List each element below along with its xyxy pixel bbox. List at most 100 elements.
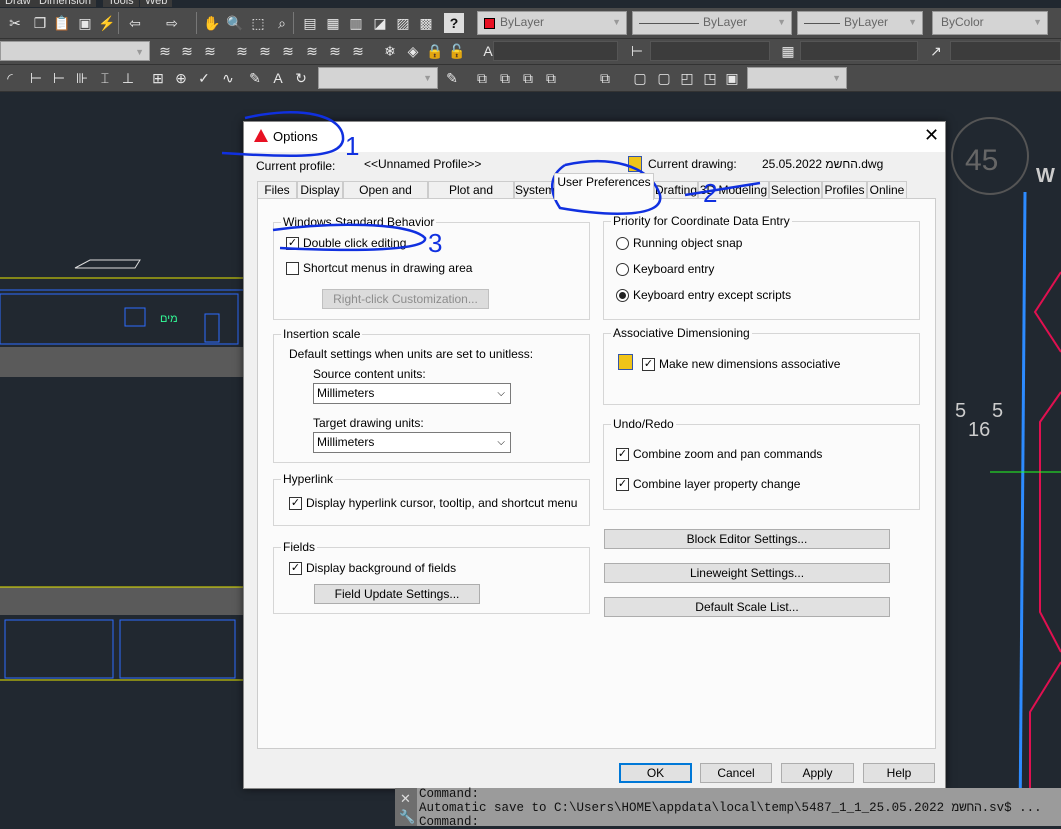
tool-palettes-icon[interactable]: ▥ [346,13,366,33]
command-line[interactable]: ✕ 🔧 Command: Automatic save to C:\Users\… [395,787,1061,829]
keyboard-entry-except-scripts-radio[interactable]: Keyboard entry except scripts [616,288,791,302]
zoom-realtime-icon[interactable]: 🔍 [225,13,245,33]
ok-button[interactable]: OK [619,763,692,783]
view2-icon[interactable]: ▢ [654,68,674,88]
text-front-icon[interactable]: ⧉ [595,68,615,88]
field-background-checkbox[interactable]: ✓ Display background of fields [289,561,456,575]
target-units-select[interactable]: Millimeters ⌵ [313,432,511,453]
dim-edit-icon[interactable]: ✎ [245,68,265,88]
layer-current-icon[interactable]: ≋ [255,41,275,61]
cut-icon[interactable]: ✂ [5,13,25,33]
layer-states-icon[interactable]: ≋ [200,41,220,61]
arc-dimension-icon[interactable]: ◜ [0,68,20,88]
markup-icon[interactable]: ▨ [393,13,413,33]
sheet-set-icon[interactable]: ◪ [370,13,390,33]
apply-button[interactable]: Apply [781,763,854,783]
dim-style-combo-2[interactable]: ▼ [318,67,438,89]
send-back-icon[interactable]: ⧉ [495,68,515,88]
layer-combo[interactable]: ▼ [0,41,150,61]
pan-icon[interactable]: ✋ [202,13,222,33]
text-style-combo[interactable] [493,41,618,61]
tab-selection[interactable]: Selection [769,181,822,199]
running-object-snap-radio[interactable]: Running object snap [616,236,742,250]
checkbox-icon[interactable]: ✓ [616,477,629,491]
source-units-select[interactable]: Millimeters ⌵ [313,383,511,404]
layer-isolate-icon[interactable]: ≋ [278,41,298,61]
radio-icon[interactable] [616,236,629,250]
view-combo[interactable]: ▼ [747,67,847,89]
properties-icon[interactable]: ▤ [300,13,320,33]
menu-dimension[interactable]: Dimension [34,0,96,7]
menu-web[interactable]: Web [140,0,173,7]
dim-update-icon[interactable]: ↻ [291,68,311,88]
design-center-icon[interactable]: ▦ [323,13,343,33]
menu-draw[interactable]: Draw [0,0,36,7]
hyperlink-checkbox[interactable]: ✓ Display hyperlink cursor, tooltip, and … [289,496,577,510]
wrench-icon[interactable]: 🔧 [399,810,415,825]
tab-user-preferences[interactable]: User Preferences [554,173,654,200]
send-under-icon[interactable]: ⧉ [541,68,561,88]
layer-unlock-icon[interactable]: 🔓 [447,41,467,61]
view3-icon[interactable]: ◰ [677,68,697,88]
paste-icon[interactable]: 📋 [52,13,72,33]
dim-style-combo[interactable] [650,41,770,61]
tab-plot-and-publish[interactable]: Plot and Publish [428,181,514,213]
tab-drafting[interactable]: Drafting [654,181,698,199]
zoom-window-icon[interactable]: ⬚ [248,13,268,33]
radio-icon[interactable] [616,262,629,276]
dim-space-icon[interactable]: ⌶ [95,68,115,88]
plotstyle-combo[interactable]: ByColor ▼ [932,11,1048,35]
cancel-button[interactable]: Cancel [700,763,772,783]
combine-layer-change-checkbox[interactable]: ✓ Combine layer property change [616,477,800,491]
radio-icon[interactable] [616,288,629,302]
checkbox-icon[interactable]: ✓ [289,561,302,575]
center-mark-icon[interactable]: ⊕ [171,68,191,88]
undo-icon[interactable]: ⇦ [125,13,145,33]
tab-online[interactable]: Online [867,181,907,199]
table-style-icon[interactable]: ▦ [778,41,798,61]
tab-profiles[interactable]: Profiles [822,181,867,199]
checkbox-icon[interactable]: ✓ [616,447,629,461]
mleader-style-combo[interactable] [950,41,1061,61]
checkbox-icon[interactable]: ✓ [286,236,299,250]
view4-icon[interactable]: ◳ [700,68,720,88]
redo-icon[interactable]: ⇨ [162,13,182,33]
dim-override-icon[interactable]: ✎ [442,68,462,88]
dim-text-edit-icon[interactable]: A [268,68,288,88]
view-icon[interactable]: ▢ [630,68,650,88]
checkbox-icon[interactable] [286,261,299,275]
keyboard-entry-radio[interactable]: Keyboard entry [616,262,714,276]
tab-3d-modeling[interactable]: 3D Modeling [698,181,769,199]
quick-dimension-icon[interactable]: ⊢ [26,68,46,88]
help-button[interactable]: Help [863,763,935,783]
tolerance-icon[interactable]: ⊞ [148,68,168,88]
match-properties-icon[interactable]: ▣ [75,13,95,33]
lineweight-combo[interactable]: ByLayer ▼ [797,11,923,35]
right-click-customization-button[interactable]: Right-click Customization... [322,289,489,309]
help-icon[interactable]: ? [444,13,464,33]
checkbox-icon[interactable]: ✓ [642,357,655,371]
copy-icon[interactable]: ❐ [30,13,50,33]
layer-freeze-icon[interactable]: ❄ [380,41,400,61]
block-editor-icon[interactable]: ⚡ [97,13,117,33]
layer-previous-icon[interactable]: ≋ [177,41,197,61]
layer-walk-icon[interactable]: ≋ [348,41,368,61]
tab-display[interactable]: Display [297,181,343,199]
inspect-icon[interactable]: ✓ [194,68,214,88]
associative-dimensions-checkbox[interactable]: ✓ Make new dimensions associative [642,357,840,371]
dialog-title-bar[interactable]: Options ✕ [244,122,945,152]
default-scale-list-button[interactable]: Default Scale List... [604,597,890,617]
field-update-settings-button[interactable]: Field Update Settings... [314,584,480,604]
close-icon[interactable]: ✕ [924,125,939,146]
table-style-combo[interactable] [800,41,918,61]
block-editor-settings-button[interactable]: Block Editor Settings... [604,529,890,549]
shortcut-menus-checkbox[interactable]: Shortcut menus in drawing area [286,261,472,275]
combine-zoom-pan-checkbox[interactable]: ✓ Combine zoom and pan commands [616,447,822,461]
layer-lock-icon[interactable]: 🔒 [425,41,445,61]
double-click-editing-checkbox[interactable]: ✓ Double click editing [286,236,406,250]
dim-style-icon[interactable]: ⊢ [627,41,647,61]
zoom-previous-icon[interactable]: ⌕ [272,13,292,33]
menu-tools[interactable]: Tools [103,0,139,7]
calculator-icon[interactable]: ▩ [416,13,436,33]
jogged-linear-icon[interactable]: ∿ [218,68,238,88]
